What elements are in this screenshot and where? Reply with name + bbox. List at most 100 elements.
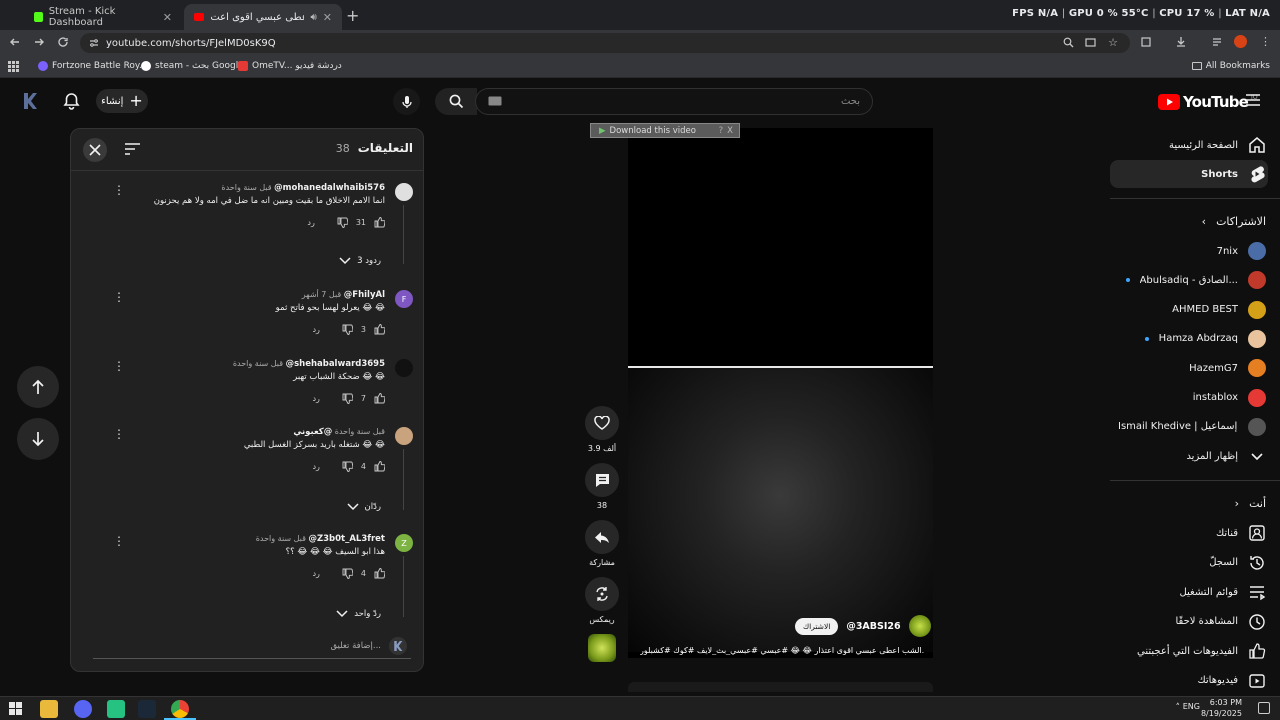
tab-kick-dashboard[interactable]: Stream - Kick Dashboard ✕ [24,4,182,30]
download-video-banner[interactable]: ▶ Download this video ? X [590,123,740,138]
comments-action[interactable]: 38 [584,463,620,510]
comment-author[interactable]: @كعبوني [293,427,332,437]
sidebar-item-subscription[interactable]: Ismail Khedive | إسماعيل... [1118,413,1266,441]
previous-short-button[interactable] [17,366,59,408]
close-icon[interactable]: ✕ [163,11,172,24]
view-replies-button[interactable]: ردّان [346,502,381,512]
dislike-icon[interactable] [342,461,353,472]
sidebar-item-you[interactable]: قوائم التشغيل [1179,578,1266,606]
create-button[interactable]: إنشاء + [96,89,148,113]
view-replies-button[interactable]: ردّ واحد [336,609,381,619]
kick-app-icon[interactable] [107,700,125,718]
subscribe-button[interactable]: الاشتراك [795,617,839,635]
comment-more-icon[interactable]: ⋮ [113,534,125,548]
download-icon[interactable] [1175,36,1187,48]
cast-icon[interactable] [1085,37,1096,48]
like-icon[interactable] [374,568,385,579]
bookmark-star-icon[interactable]: ☆ [1108,36,1118,49]
close-icon[interactable]: X [727,126,733,136]
sidebar-item-subscription[interactable]: Abulsadiq - الصادق... [1125,266,1266,294]
sidebar-item-you[interactable]: المشاهدة لاحقًا [1175,608,1266,636]
sidebar-subscriptions-header[interactable]: ‹ الاشتراكات [1202,207,1266,235]
sidebar-item-subscription[interactable]: HazemG7 [1189,354,1266,382]
language-indicator[interactable]: ENG [1183,702,1200,711]
commenter-avatar[interactable]: F [395,290,413,308]
like-button[interactable] [585,406,619,440]
hamburger-menu-icon[interactable] [1246,94,1260,106]
all-bookmarks-button[interactable]: All Bookmarks [1191,61,1270,71]
zoom-icon[interactable] [1063,37,1074,48]
sidebar-item-subscription[interactable]: instablox [1193,384,1266,412]
sidebar-item-home[interactable]: الصفحة الرئيسية [1169,131,1266,159]
browser-menu-icon[interactable]: ⋮ [1260,35,1271,48]
commenter-avatar[interactable] [395,359,413,377]
new-tab-button[interactable]: + [346,6,359,25]
comments-button[interactable] [585,463,619,497]
view-replies-button[interactable]: 3 ردود [339,256,381,266]
profile-avatar[interactable] [1234,35,1247,48]
reply-button[interactable]: رد [312,569,319,578]
comment-more-icon[interactable]: ⋮ [113,183,125,197]
sidebar-item-subscription[interactable]: AHMED BEST [1172,296,1266,324]
share-button[interactable] [585,520,619,554]
dislike-icon[interactable] [342,568,353,579]
forward-icon[interactable] [33,36,45,48]
sidebar-item-shorts[interactable]: Shorts [1201,160,1266,188]
comment-more-icon[interactable]: ⋮ [113,427,125,441]
kick-extension-icon[interactable] [22,92,38,110]
reply-button[interactable]: رد [312,394,319,403]
extensions-icon[interactable] [1140,36,1152,48]
reply-button[interactable]: رد [307,218,314,227]
notification-center-icon[interactable] [1258,702,1270,714]
commenter-avatar[interactable]: Z [395,534,413,552]
dislike-icon[interactable] [342,393,353,404]
close-icon[interactable]: ✕ [323,11,332,24]
sidebar-item-subscription[interactable]: Hamza Abdrzaq [1144,325,1266,353]
sort-comments-button[interactable] [125,143,140,155]
close-comments-button[interactable] [83,138,107,162]
remix-button[interactable] [585,577,619,611]
share-action[interactable]: مشاركة [584,520,620,567]
comment-author[interactable]: @shehabalward3695 [286,359,385,369]
sidebar-show-more[interactable]: إظهار المزيد [1186,442,1266,470]
tray-chevron-up-icon[interactable]: ˄ [1176,703,1181,713]
address-bar[interactable]: youtube.com/shorts/FJelMD0sK9Q ☆ [80,33,1130,53]
bookmark-fortzone[interactable]: Fortzone Battle Roy... [38,61,148,71]
video-title[interactable]: الشب اعطى عبسي اقوى اعتذار 😂 😂 #عبسي #عب… [640,646,925,655]
search-button[interactable] [435,88,477,115]
discord-icon[interactable] [74,700,92,718]
comment-author[interactable]: @FhilyAl [344,290,385,300]
dislike-icon[interactable] [342,324,353,335]
tab-youtube-short[interactable]: الشب اعطى عبسي اقوى اعت... 🔊︎ ✕ [184,4,342,30]
bookmark-ometv[interactable]: OmeTV... دردشة فيديو [238,61,342,71]
bookmark-google-steam[interactable]: steam - بحث Google [141,61,244,71]
sidebar-you-header[interactable]: › أنت [1235,489,1266,517]
comment-more-icon[interactable]: ⋮ [113,359,125,373]
commenter-avatar[interactable] [395,427,413,445]
like-icon[interactable] [374,393,385,404]
like-icon[interactable] [374,461,385,472]
reply-button[interactable]: رد [312,325,319,334]
remix-action[interactable]: ريمكس [584,577,620,624]
sidebar-item-you[interactable]: قناتك [1216,519,1266,547]
sidebar-item-you[interactable]: فيديوهاتك [1197,667,1266,695]
site-info-icon[interactable] [89,38,99,48]
reading-list-icon[interactable] [1211,36,1223,48]
channel-avatar[interactable] [908,615,931,637]
steam-icon[interactable] [138,700,156,718]
keyboard-icon[interactable] [488,96,502,106]
apps-grid-icon[interactable] [8,61,19,72]
like-icon[interactable] [374,217,385,228]
comment-author[interactable]: @Z3b0t_AL3fret [308,534,385,544]
like-action[interactable]: 3.9 ألف [584,406,620,453]
reload-icon[interactable] [57,36,69,48]
sidebar-item-you[interactable]: السجلّ [1209,549,1266,577]
voice-search-button[interactable] [393,88,420,115]
channel-handle[interactable]: @3ABSI26 [846,621,900,632]
taskbar-clock[interactable]: 6:03 PM 8/19/2025 [1201,697,1242,719]
commenter-avatar[interactable] [395,183,413,201]
notifications-bell-icon[interactable] [63,92,80,110]
sidebar-item-you[interactable]: الفيديوهات التي أعجبتني [1137,637,1266,665]
search-input[interactable]: بحث [475,88,873,115]
next-short-button[interactable] [17,418,59,460]
